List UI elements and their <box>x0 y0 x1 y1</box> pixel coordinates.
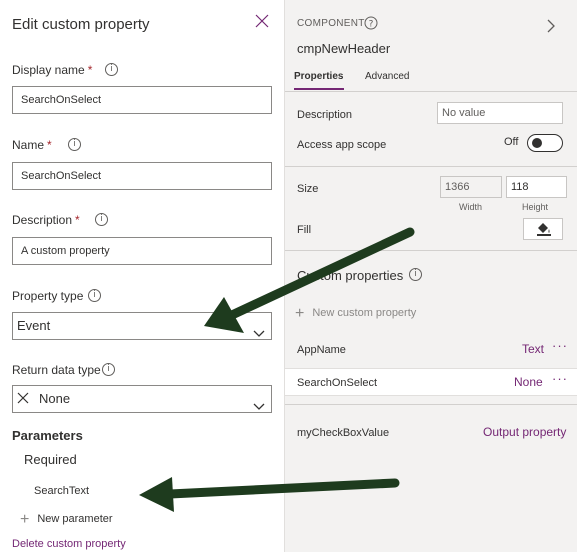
tab-properties[interactable]: Properties <box>294 71 343 82</box>
custom-property-type: Text <box>522 342 545 356</box>
display-name-input[interactable]: SearchOnSelect <box>12 86 272 114</box>
display-name-label: Display name * <box>12 63 93 77</box>
component-name: cmpNewHeader <box>297 41 391 56</box>
access-app-scope-toggle[interactable] <box>527 134 563 152</box>
description-input[interactable]: A custom property <box>12 237 272 265</box>
height-caption: Height <box>522 202 549 212</box>
active-tab-indicator <box>294 88 344 90</box>
more-options-icon[interactable]: ··· <box>552 371 568 386</box>
custom-property-row-selected[interactable]: SearchOnSelect None ··· <box>285 368 577 396</box>
width-input[interactable]: 1366 <box>440 176 502 198</box>
question-icon[interactable]: ? <box>364 16 378 35</box>
info-icon[interactable]: i <box>409 268 422 281</box>
custom-property-type: Output property <box>483 425 567 439</box>
chevron-down-icon <box>253 321 265 347</box>
property-type-dropdown[interactable]: Event <box>12 312 272 340</box>
description-label: Description <box>297 109 353 121</box>
description-label: Description * <box>12 213 80 227</box>
name-label: Name * <box>12 138 52 152</box>
info-icon[interactable]: i <box>68 138 81 151</box>
parameters-heading: Parameters <box>12 428 83 443</box>
edit-custom-property-panel: Edit custom property Display name * i Sea… <box>0 0 285 552</box>
fill-color-picker[interactable] <box>523 218 563 240</box>
fill-label: Fill <box>297 224 312 236</box>
custom-properties-heading: Custom properties <box>297 268 404 283</box>
info-icon[interactable]: i <box>102 363 115 376</box>
plus-icon: + <box>20 511 30 528</box>
required-label: Required <box>24 452 77 467</box>
custom-property-row[interactable]: myCheckBoxValue Output property <box>285 419 577 447</box>
return-data-type-value: None <box>39 391 71 406</box>
custom-property-name: myCheckBoxValue <box>297 427 390 439</box>
new-parameter-button[interactable]: + New parameter <box>20 511 113 529</box>
access-app-scope-label: Access app scope <box>297 139 387 151</box>
toggle-state-label: Off <box>504 136 519 148</box>
name-input[interactable]: SearchOnSelect <box>12 162 272 190</box>
description-input[interactable]: No value <box>437 102 563 124</box>
width-caption: Width <box>459 202 483 212</box>
divider <box>285 166 577 167</box>
info-icon[interactable]: i <box>95 213 108 226</box>
property-type-value: Event <box>17 318 51 333</box>
divider <box>285 404 577 405</box>
component-kicker: COMPONENT <box>297 18 365 29</box>
parameter-item[interactable]: SearchText <box>34 485 89 497</box>
plus-icon: + <box>295 305 305 322</box>
paint-bucket-icon <box>524 223 564 245</box>
svg-text:?: ? <box>369 20 374 30</box>
custom-property-name: SearchOnSelect <box>297 377 378 389</box>
chevron-down-icon <box>253 394 265 420</box>
return-data-type-label: Return data type <box>12 363 101 377</box>
custom-property-row[interactable]: AppName Text ··· <box>285 336 577 364</box>
new-custom-property-button[interactable]: + New custom property <box>295 305 416 323</box>
custom-property-name: AppName <box>297 344 346 356</box>
x-icon <box>17 387 31 413</box>
close-icon[interactable] <box>255 14 273 32</box>
divider <box>285 91 577 92</box>
divider <box>285 250 577 251</box>
panel-title: Edit custom property <box>12 16 150 33</box>
info-icon[interactable]: i <box>105 63 118 76</box>
more-options-icon[interactable]: ··· <box>552 338 568 353</box>
return-data-type-dropdown[interactable]: None <box>12 385 272 413</box>
size-label: Size <box>297 183 319 195</box>
delete-custom-property-link[interactable]: Delete custom property <box>12 538 126 550</box>
property-type-label: Property type <box>12 289 84 303</box>
info-icon[interactable]: i <box>88 289 101 302</box>
tab-advanced[interactable]: Advanced <box>365 71 409 82</box>
height-input[interactable]: 118 <box>506 176 567 198</box>
component-properties-pane: COMPONENT ? cmpNewHeader Properties Adva… <box>285 0 577 552</box>
custom-property-type: None <box>514 375 543 389</box>
chevron-right-icon[interactable] <box>546 18 556 39</box>
